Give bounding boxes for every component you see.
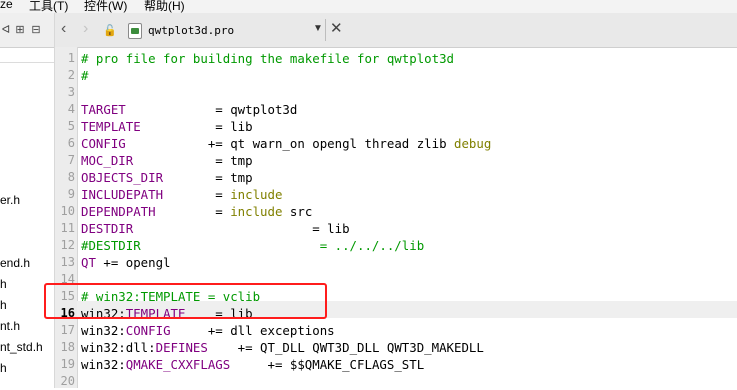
code-token: # xyxy=(81,68,89,83)
code-editor[interactable]: # pro file for building the makefile for… xyxy=(81,47,737,388)
line-number: 5 xyxy=(67,119,75,133)
menu-bar: ze 工具(T) 控件(W) 帮助(H) xyxy=(0,0,737,13)
code-token: = tmp xyxy=(163,170,253,185)
code-line: win32:dll:DEFINES += QT_DLL QWT3D_DLL QW… xyxy=(81,339,484,356)
code-line: CONFIG += qt warn_on opengl thread zlib … xyxy=(81,135,491,152)
code-token: DEPENDPATH xyxy=(81,204,156,219)
line-number: 8 xyxy=(67,170,75,184)
project-panel-toolbar: ᐊ ⊞ ⊟ xyxy=(0,13,54,48)
code-line: #DESTDIR = ../../../lib xyxy=(81,237,424,254)
code-token: INCLUDEPATH xyxy=(81,187,164,202)
code-token: = xyxy=(163,187,231,202)
add-split-icon[interactable]: ⊞ xyxy=(14,23,26,36)
line-number: 11 xyxy=(60,221,75,235)
code-token: = tmp xyxy=(133,153,253,168)
line-number: 17 xyxy=(60,323,75,337)
divider xyxy=(0,62,54,63)
code-token: include xyxy=(230,204,283,219)
code-token: OBJECTS_DIR xyxy=(81,170,164,185)
line-number: 9 xyxy=(67,187,75,201)
document-tab-title[interactable]: qwtplot3d.pro xyxy=(148,24,234,37)
line-number: 7 xyxy=(67,153,75,167)
code-line: # pro file for building the makefile for… xyxy=(81,50,454,67)
code-token: win32: xyxy=(81,323,126,338)
code-line: # xyxy=(81,67,88,84)
file-item[interactable]: h xyxy=(0,298,7,312)
back-icon[interactable]: ‹ xyxy=(61,20,66,38)
code-token: TARGET xyxy=(81,102,126,117)
file-item[interactable]: nt.h xyxy=(0,319,20,333)
chevron-down-icon[interactable]: ▼ xyxy=(313,23,323,34)
code-token: CONFIG xyxy=(125,323,171,338)
code-line: win32:CONFIG += dll exceptions xyxy=(81,322,335,339)
code-token: QMAKE_CXXFLAGS xyxy=(125,357,231,372)
code-token: include xyxy=(230,187,283,202)
code-token: # pro file for building the makefile for… xyxy=(81,51,454,66)
code-token: win32:dll: xyxy=(81,340,156,355)
line-number-gutter: 1 2 3 4 5 6 7 8 9 10 11 12 13 14 15 16 17 18 19 20 xyxy=(55,47,78,388)
code-token: src xyxy=(282,204,313,219)
code-token: win32: xyxy=(81,357,126,372)
code-line: INCLUDEPATH = include xyxy=(81,186,282,203)
lock-icon[interactable]: 🔓 xyxy=(103,22,117,40)
code-token: = qwtplot3d xyxy=(125,102,298,117)
code-line: TARGET = qwtplot3d xyxy=(81,101,297,118)
code-token: += qt warn_on opengl thread zlib xyxy=(125,136,454,151)
close-panel-icon[interactable]: ⊟ xyxy=(30,23,42,36)
line-number: 2 xyxy=(67,68,75,82)
code-token: = lib xyxy=(133,221,350,236)
code-token: += dll exceptions xyxy=(170,323,335,338)
menu-item-tools[interactable]: 工具(T) xyxy=(29,0,68,13)
divider xyxy=(325,19,326,41)
code-token: += $$QMAKE_CFLAGS_STL xyxy=(230,357,425,372)
code-line: win32:QMAKE_CXXFLAGS += $$QMAKE_CFLAGS_S… xyxy=(81,356,424,373)
file-item[interactable]: nt_std.h xyxy=(0,340,43,354)
code-token: = lib xyxy=(140,119,253,134)
menu-item-analyze[interactable]: ze xyxy=(0,0,13,11)
file-item[interactable]: er.h xyxy=(0,193,20,207)
code-line: QT += opengl xyxy=(81,254,171,271)
line-number: 1 xyxy=(67,51,75,65)
code-line: DESTDIR = lib xyxy=(81,220,350,237)
code-line: MOC_DIR = tmp xyxy=(81,152,253,169)
line-number: 13 xyxy=(60,255,75,269)
project-panel: ᐊ ⊞ ⊟ er.h end.h h h nt.h nt_std.h h xyxy=(0,13,55,388)
code-token: MOC_DIR xyxy=(81,153,134,168)
file-item[interactable]: h xyxy=(0,277,7,291)
line-number: 3 xyxy=(67,85,75,99)
code-token: QT xyxy=(81,255,96,270)
code-token: TEMPLATE xyxy=(81,119,141,134)
file-item[interactable]: end.h xyxy=(0,256,30,270)
code-line: DEPENDPATH = include src xyxy=(81,203,312,220)
pro-file-icon xyxy=(128,23,142,39)
line-number: 10 xyxy=(60,204,75,218)
line-number: 12 xyxy=(60,238,75,252)
menu-item-controls[interactable]: 控件(W) xyxy=(84,0,127,13)
code-token: debug xyxy=(454,136,492,151)
code-token: CONFIG xyxy=(81,136,126,151)
forward-icon[interactable]: › xyxy=(83,20,88,38)
line-number: 20 xyxy=(60,374,75,388)
code-token: DESTDIR xyxy=(81,221,134,236)
line-number: 4 xyxy=(67,102,75,116)
code-token: = xyxy=(155,204,231,219)
code-line: OBJECTS_DIR = tmp xyxy=(81,169,253,186)
line-number: 19 xyxy=(60,357,75,371)
close-icon[interactable]: ✕ xyxy=(330,19,343,37)
annotation-highlight-box xyxy=(44,283,327,319)
code-token: #DESTDIR = ../../../lib xyxy=(81,238,425,253)
line-number: 6 xyxy=(67,136,75,150)
link-icon[interactable]: ᐊ xyxy=(0,23,12,36)
line-number: 18 xyxy=(60,340,75,354)
code-token: += opengl xyxy=(95,255,171,270)
code-line: TEMPLATE = lib xyxy=(81,118,253,135)
code-token: += QT_DLL QWT3D_DLL QWT3D_MAKEDLL xyxy=(207,340,484,355)
file-item[interactable]: h xyxy=(0,361,7,375)
code-token: DEFINES xyxy=(155,340,208,355)
menu-item-help[interactable]: 帮助(H) xyxy=(144,0,185,13)
editor-tab-bar: ‹ › 🔓 qwtplot3d.pro ▼ ✕ xyxy=(55,13,737,48)
